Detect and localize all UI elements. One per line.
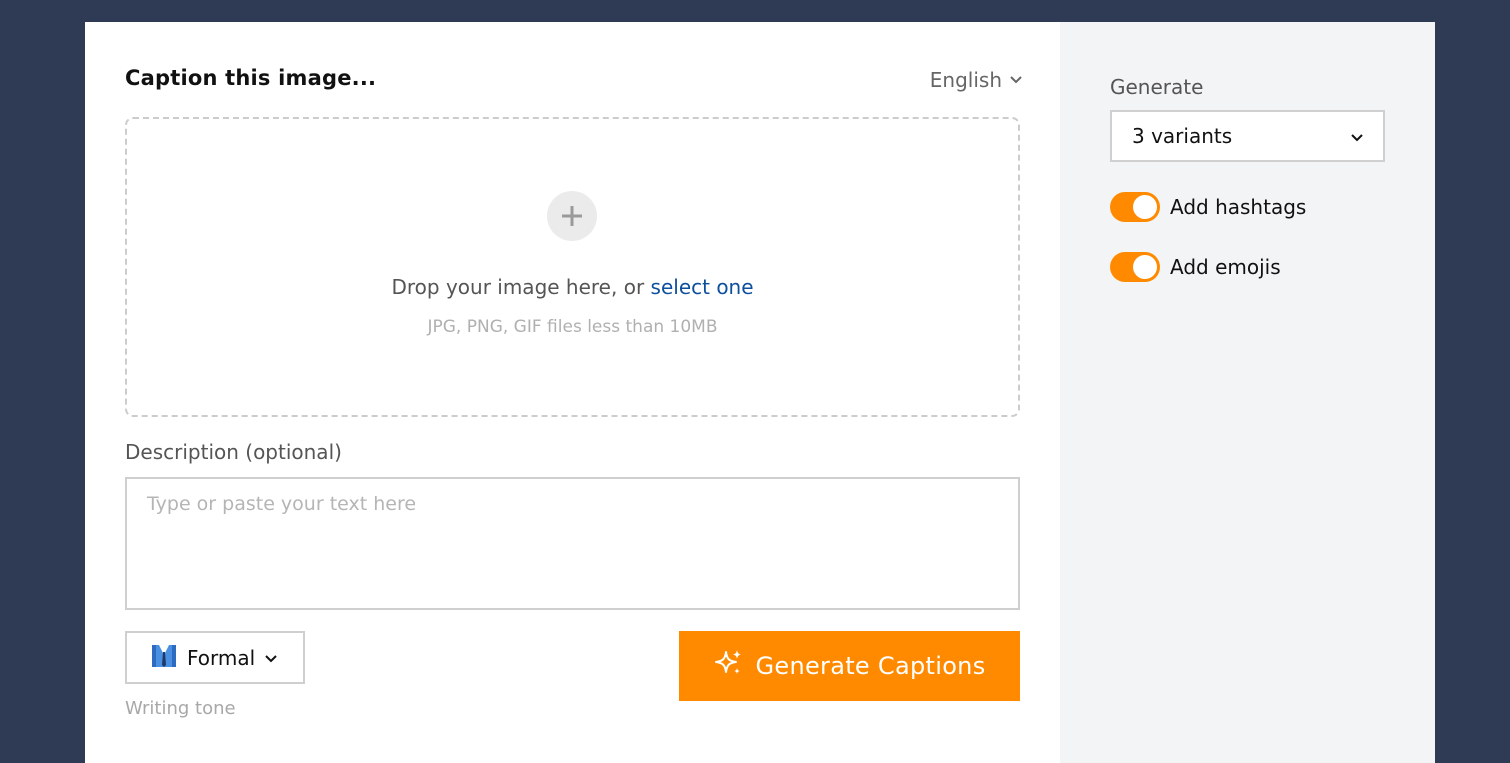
language-label: English — [929, 68, 1002, 92]
emojis-toggle[interactable] — [1110, 252, 1160, 282]
hashtags-label: Add hashtags — [1170, 195, 1307, 219]
toggle-knob — [1133, 255, 1157, 279]
chevron-down-icon — [1351, 127, 1363, 146]
tone-label: Formal — [187, 645, 256, 670]
language-select[interactable]: English — [930, 68, 1022, 92]
writing-tone-select[interactable]: Formal — [125, 631, 305, 684]
suit-icon — [151, 643, 177, 673]
hashtags-toggle[interactable] — [1110, 192, 1160, 222]
chevron-down-icon — [265, 648, 277, 667]
image-dropzone[interactable]: Drop your image here, or select one JPG,… — [125, 117, 1020, 417]
dropzone-text: Drop your image here, or — [391, 275, 651, 299]
writing-tone-caption: Writing tone — [125, 698, 236, 719]
caption-card: Caption this image... English Drop your … — [85, 22, 1435, 763]
dropzone-instructions: Drop your image here, or select one — [127, 275, 1018, 299]
emojis-label: Add emojis — [1170, 255, 1281, 279]
hashtags-toggle-row[interactable]: Add hashtags — [1110, 192, 1306, 222]
plus-icon — [547, 191, 597, 241]
variants-select[interactable]: 3 variants — [1110, 110, 1385, 162]
description-input[interactable] — [125, 477, 1020, 610]
settings-panel: Generate 3 variants Add hashtags Add emo… — [1060, 22, 1435, 763]
variants-value: 3 variants — [1132, 124, 1233, 148]
chevron-down-icon — [1010, 76, 1022, 84]
description-label: Description (optional) — [125, 440, 342, 464]
sparkles-icon — [714, 648, 744, 684]
generate-captions-label: Generate Captions — [755, 652, 986, 680]
main-panel: Caption this image... English Drop your … — [85, 22, 1060, 763]
select-file-link[interactable]: select one — [651, 275, 754, 299]
dropzone-hint: JPG, PNG, GIF files less than 10MB — [427, 317, 718, 337]
toggle-knob — [1133, 195, 1157, 219]
emojis-toggle-row[interactable]: Add emojis — [1110, 252, 1281, 282]
generate-captions-button[interactable]: Generate Captions — [679, 631, 1020, 701]
generate-label: Generate — [1110, 75, 1204, 99]
page-title: Caption this image... — [125, 66, 377, 90]
